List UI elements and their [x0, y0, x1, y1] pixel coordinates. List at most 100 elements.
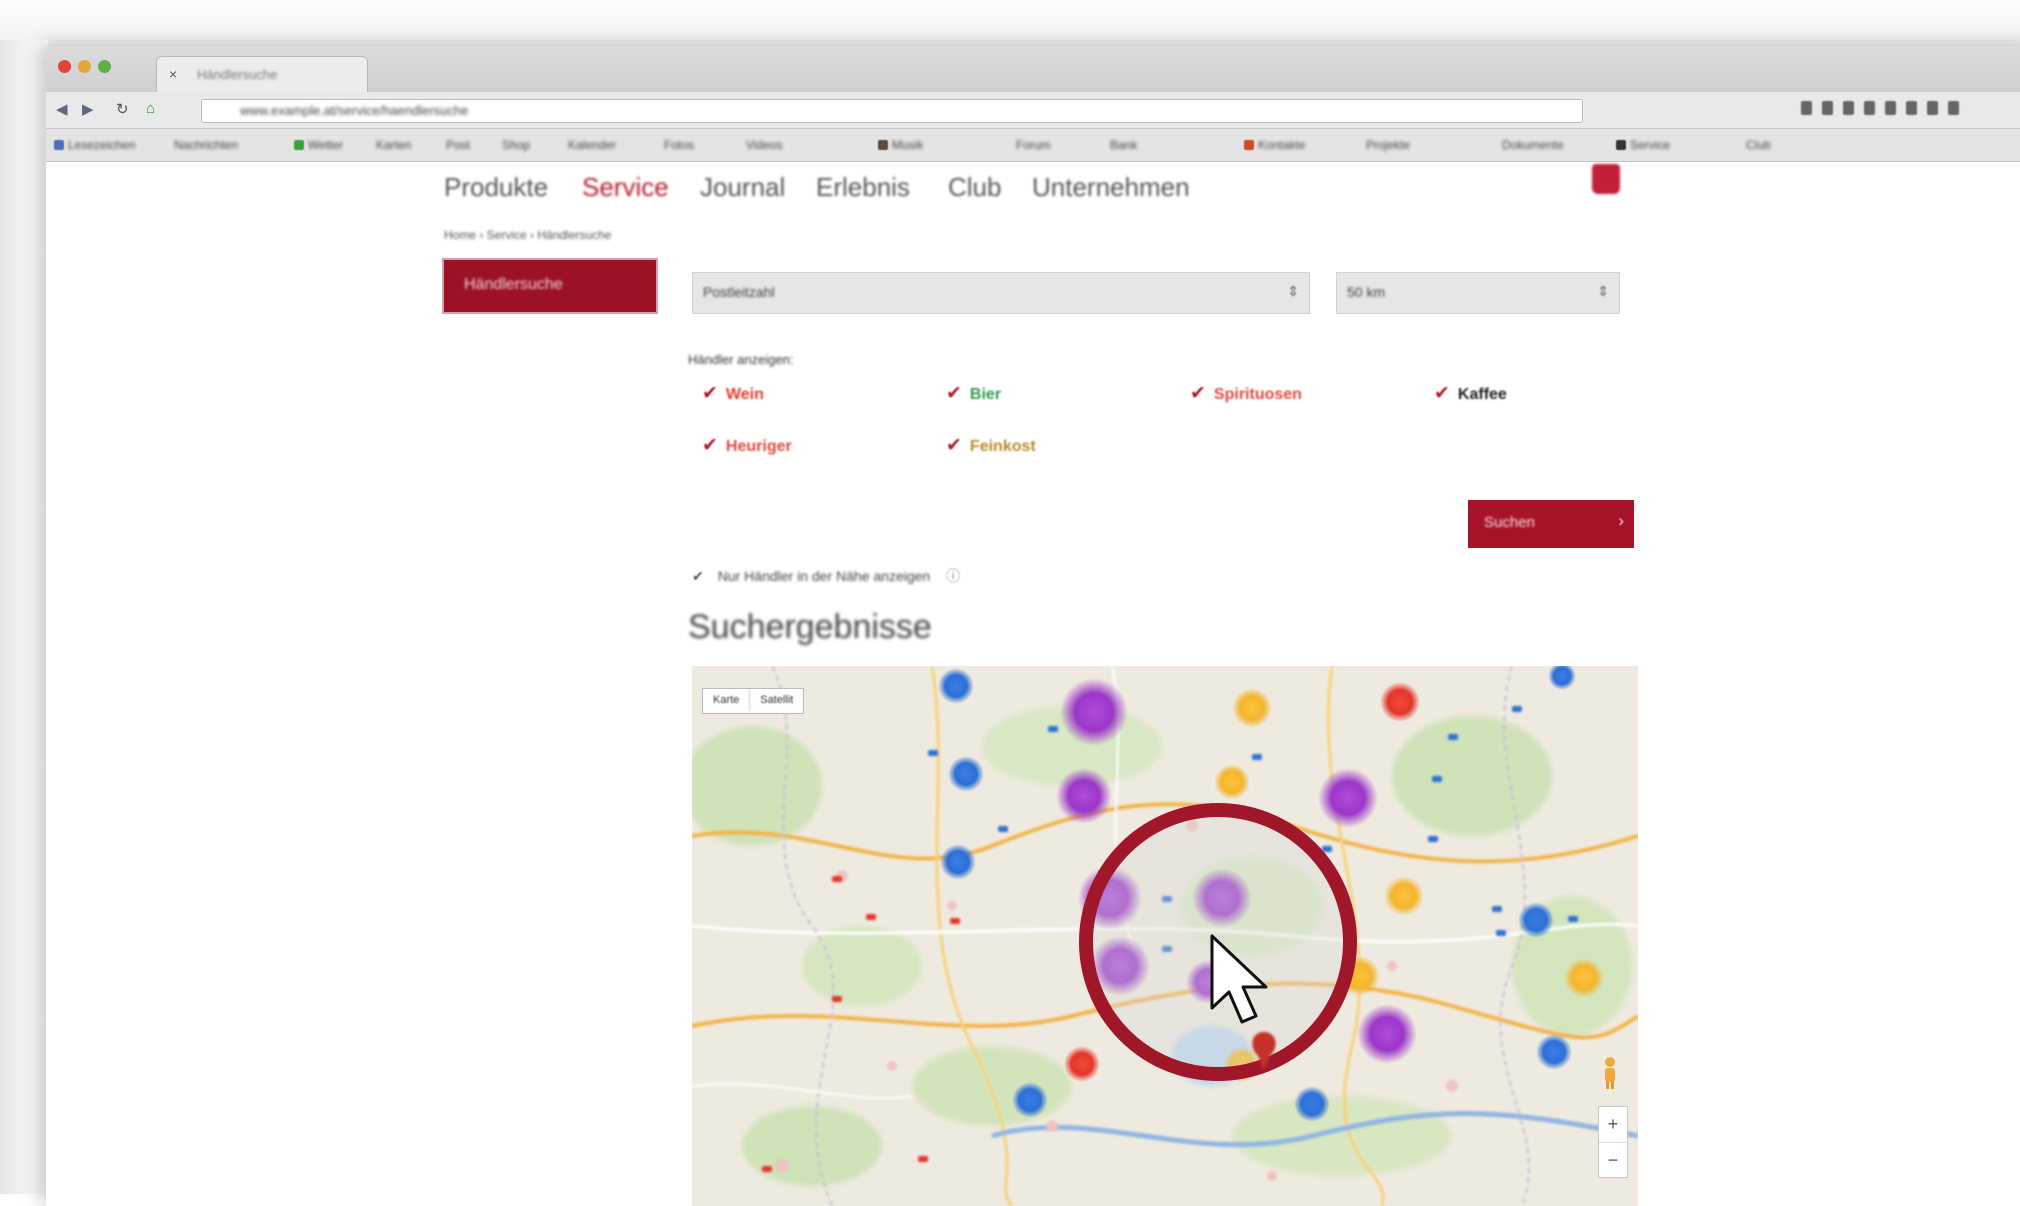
bookmark-item[interactable]: Kalender	[568, 138, 616, 152]
yellow-cluster-marker	[1564, 958, 1604, 998]
nav-item-produkte[interactable]: Produkte	[444, 172, 548, 203]
nearby-filter-label: Nur Händler in der Nähe anzeigen	[717, 568, 931, 584]
bookmark-item[interactable]: Wetter	[308, 138, 343, 152]
map-canvas	[692, 666, 1638, 1206]
maximize-window-icon[interactable]	[98, 60, 111, 73]
menu-icon[interactable]	[1948, 101, 1959, 115]
bookmark-item[interactable]: Karten	[376, 138, 411, 152]
bookmark-item[interactable]: Lesezeichen	[68, 138, 135, 152]
extension-icon[interactable]	[1822, 101, 1833, 115]
cart-icon[interactable]	[1592, 164, 1620, 194]
breadcrumb: Home › Service › Händlersuche	[444, 228, 612, 242]
browser-tab[interactable]: × Händlersuche	[156, 56, 368, 93]
haendlersuche-button-label: Händlersuche	[464, 276, 563, 293]
location-select[interactable]: Postleitzahl ⇕	[692, 272, 1310, 314]
bookmark-item[interactable]: Kontakte	[1258, 138, 1305, 152]
extension-icon[interactable]	[1801, 101, 1812, 115]
blue-cluster-marker	[948, 756, 984, 792]
purple-cluster-marker	[1060, 678, 1128, 746]
extension-icon[interactable]	[1843, 101, 1854, 115]
tab-close-icon[interactable]: ×	[169, 66, 177, 82]
blue-cluster-marker	[1536, 1034, 1572, 1070]
blue-cluster-marker	[1294, 1086, 1330, 1122]
address-bar-url: www.example.at/service/haendlersuche	[240, 103, 469, 118]
map-type-control[interactable]: Karte Satellit	[702, 688, 805, 714]
map-type-karte[interactable]: Karte	[703, 689, 749, 711]
extension-icon[interactable]	[1906, 101, 1917, 115]
bookmark-item[interactable]: Bank	[1110, 138, 1137, 152]
browser-toolbar: ◀ ▶ ↻ ⌂ www.example.at/service/haendlers…	[46, 92, 2020, 129]
bookmarks-bar: Lesezeichen Nachrichten Wetter Karten Po…	[46, 129, 2020, 162]
category-checkbox[interactable]: ✔ Feinkost	[946, 434, 1036, 457]
nav-item-club[interactable]: Club	[948, 172, 1001, 203]
category-label: Kaffee	[1457, 386, 1507, 403]
checkmark-icon: ✔	[946, 435, 962, 456]
haendlersuche-button[interactable]: Händlersuche	[442, 258, 658, 314]
checkmark-icon: ✔	[702, 435, 718, 456]
category-checkbox[interactable]: ✔ Spirituosen	[1190, 382, 1302, 405]
category-label: Bier	[969, 386, 1002, 403]
category-checkbox[interactable]: ✔ Wein	[702, 382, 764, 405]
bookmark-item[interactable]: Service	[1630, 138, 1670, 152]
address-bar[interactable]: www.example.at/service/haendlersuche	[201, 99, 1583, 123]
yellow-cluster-marker	[1232, 688, 1272, 728]
bookmark-item[interactable]: Post	[446, 138, 470, 152]
pegman-icon[interactable]	[1600, 1056, 1620, 1090]
search-button[interactable]: Suchen ›	[1468, 500, 1634, 548]
checkbox-icon[interactable]: ✔	[692, 568, 704, 584]
browser-titlebar: × Händlersuche	[46, 46, 2020, 93]
map-type-satellit[interactable]: Satellit	[749, 689, 803, 711]
bookmark-item[interactable]: Videos	[746, 138, 782, 152]
bookmark-item[interactable]: Shop	[502, 138, 530, 152]
bookmark-item[interactable]: Fotos	[664, 138, 694, 152]
close-window-icon[interactable]	[58, 60, 71, 73]
bookmark-favicon	[294, 140, 304, 150]
bookmark-favicon	[1616, 140, 1626, 150]
reload-icon[interactable]: ↻	[116, 100, 129, 118]
info-icon[interactable]: ⓘ	[946, 568, 960, 584]
bookmark-item[interactable]: Club	[1746, 138, 1771, 152]
category-checkbox[interactable]: ✔ Bier	[946, 382, 1001, 405]
category-checkbox[interactable]: ✔ Heuriger	[702, 434, 792, 457]
nav-item-erlebnis[interactable]: Erlebnis	[816, 172, 910, 203]
purple-cluster-marker	[1357, 1004, 1417, 1064]
blue-cluster-marker	[1012, 1082, 1048, 1118]
browser-window: × Händlersuche ◀ ▶ ↻ ⌂ www.example.at/se…	[46, 46, 2020, 1206]
purple-cluster-marker	[1318, 768, 1378, 828]
location-select-value: Postleitzahl	[703, 284, 775, 300]
extension-icon[interactable]	[1927, 101, 1938, 115]
category-label: Spirituosen	[1213, 386, 1302, 403]
bookmark-item[interactable]: Musik	[892, 138, 923, 152]
results-map[interactable]: Karte Satellit + −	[692, 666, 1638, 1206]
nearby-filter-row[interactable]: ✔ Nur Händler in der Nähe anzeigen ⓘ	[692, 566, 960, 586]
nav-item-service[interactable]: Service	[582, 172, 669, 203]
purple-cluster-marker	[1056, 768, 1112, 824]
yellow-cluster-marker	[1384, 876, 1424, 916]
home-icon[interactable]: ⌂	[146, 100, 155, 117]
blue-cluster-marker	[1518, 902, 1554, 938]
zoom-in-button[interactable]: +	[1599, 1107, 1627, 1143]
checkmark-icon: ✔	[946, 383, 962, 404]
extension-icon[interactable]	[1885, 101, 1896, 115]
nav-item-unternehmen[interactable]: Unternehmen	[1032, 172, 1190, 203]
zoom-out-button[interactable]: −	[1599, 1143, 1627, 1178]
blue-cluster-marker	[938, 668, 974, 704]
bookmark-item[interactable]: Dokumente	[1502, 138, 1563, 152]
tab-title: Händlersuche	[197, 67, 278, 82]
forward-icon[interactable]: ▶	[82, 100, 94, 118]
nav-item-journal[interactable]: Journal	[700, 172, 785, 203]
category-checkbox[interactable]: ✔ Kaffee	[1434, 382, 1507, 405]
red-cluster-marker	[1064, 1046, 1100, 1082]
minimize-window-icon[interactable]	[78, 60, 91, 73]
back-icon[interactable]: ◀	[56, 100, 68, 118]
radius-select[interactable]: 50 km ⇕	[1336, 272, 1620, 314]
checkmark-icon: ✔	[1190, 383, 1206, 404]
bookmark-item[interactable]: Nachrichten	[174, 138, 238, 152]
filter-label: Händler anzeigen:	[688, 352, 794, 367]
bookmark-favicon	[878, 140, 888, 150]
chevron-right-icon: ›	[1618, 511, 1624, 530]
bookmark-favicon	[1244, 140, 1254, 150]
bookmark-item[interactable]: Forum	[1016, 138, 1051, 152]
extension-icon[interactable]	[1864, 101, 1875, 115]
bookmark-item[interactable]: Projekte	[1366, 138, 1410, 152]
